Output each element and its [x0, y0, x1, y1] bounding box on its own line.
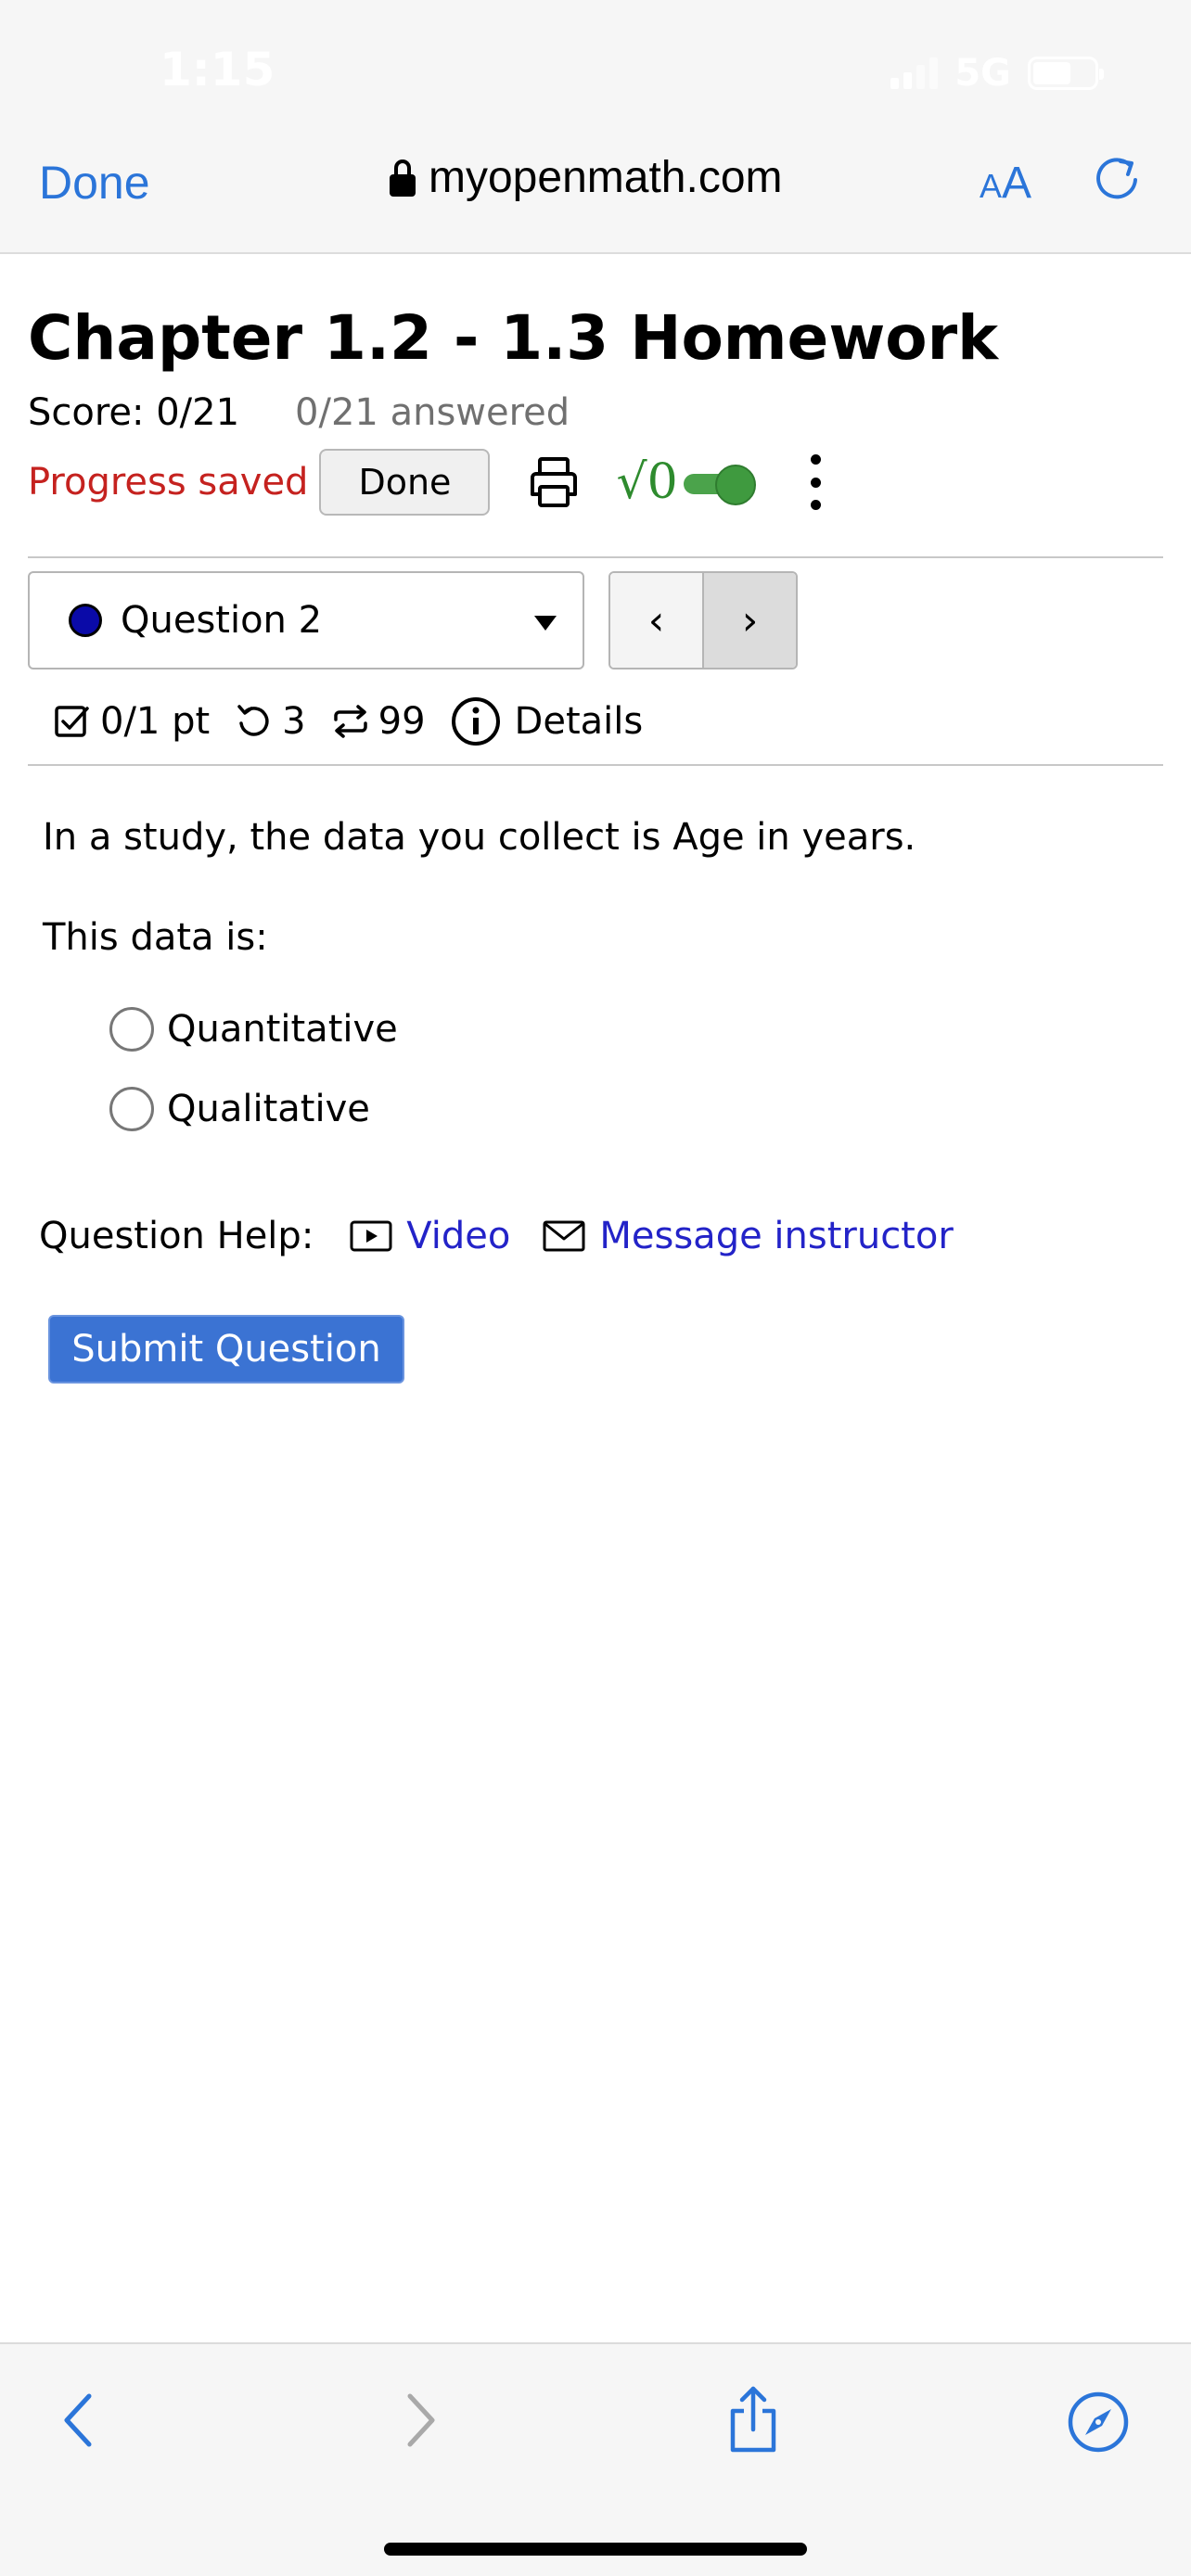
toggle-switch[interactable] — [683, 465, 758, 505]
assessment-toolbar: Progress saved Done √0 — [28, 449, 823, 516]
signal-icon — [890, 57, 939, 89]
question-help: Question Help: Video Message instructor — [39, 1215, 985, 1257]
text-size-big-glyph: A — [1002, 159, 1032, 208]
assessment-done-button[interactable]: Done — [319, 449, 491, 516]
points-value: 0/1 pt — [100, 700, 211, 743]
radio-button[interactable] — [109, 1087, 154, 1131]
forward-icon[interactable] — [397, 2391, 443, 2450]
question-text: In a study, the data you collect is Age … — [43, 816, 916, 859]
next-question-button[interactable]: › — [702, 573, 796, 668]
text-size-button[interactable]: AA — [980, 158, 1031, 209]
divider — [28, 764, 1163, 766]
sqrt-icon: √0 — [616, 454, 678, 510]
divider — [28, 556, 1163, 558]
option-quantitative[interactable]: Quantitative — [109, 1007, 398, 1052]
status-time: 1:15 — [160, 43, 275, 96]
previous-question-button[interactable]: ‹ — [610, 573, 702, 668]
network-type: 5G — [954, 52, 1011, 95]
video-help-link[interactable]: Video — [349, 1215, 510, 1257]
home-indicator — [384, 2543, 807, 2556]
text-size-small-glyph: A — [980, 167, 1003, 205]
mail-icon — [543, 1220, 585, 1252]
caret-down-icon — [534, 616, 557, 631]
question-prompt: This data is: — [43, 916, 268, 959]
question-meta: 0/1 pt 3 99 Details — [52, 695, 643, 747]
score-text: Score: 0/21 — [28, 391, 240, 434]
progress-saved-status: Progress saved — [28, 461, 309, 504]
details-link[interactable]: Details — [515, 700, 644, 743]
share-icon[interactable] — [725, 2385, 781, 2455]
url-text: myopenmath.com — [429, 153, 783, 202]
page-title: Chapter 1.2 - 1.3 Homework — [28, 302, 999, 374]
option-qualitative[interactable]: Qualitative — [109, 1087, 370, 1131]
submit-question-button[interactable]: Submit Question — [48, 1315, 404, 1384]
battery-icon — [1028, 57, 1104, 90]
option-label: Qualitative — [167, 1088, 370, 1130]
retries-value: 3 — [282, 700, 306, 743]
status-indicators: 5G — [890, 52, 1104, 95]
question-nav-buttons: ‹ › — [608, 571, 798, 670]
back-icon[interactable] — [56, 2391, 102, 2450]
question-status-dot — [69, 604, 102, 637]
math-entry-toggle[interactable]: √0 — [616, 454, 757, 510]
checkbox-points-icon — [55, 706, 89, 737]
browser-top-bar: 1:15 5G Done myopenmath.com AA — [0, 0, 1191, 254]
answered-count: 0/21 answered — [295, 391, 570, 434]
retry-icon — [237, 705, 269, 736]
browser-bottom-bar — [0, 2342, 1191, 2576]
question-select[interactable]: Question 2 — [28, 571, 584, 670]
browser-done-button[interactable]: Done — [39, 156, 150, 210]
selected-question-label: Question 2 — [121, 599, 323, 642]
score-row: Score: 0/21 0/21 answered — [28, 391, 570, 434]
video-icon — [350, 1220, 392, 1252]
compass-icon[interactable] — [1067, 2391, 1130, 2454]
message-link-label: Message instructor — [599, 1215, 954, 1257]
help-label: Question Help: — [39, 1215, 314, 1257]
video-link-label: Video — [406, 1215, 511, 1257]
option-label: Quantitative — [167, 1008, 398, 1051]
regenerate-icon — [333, 705, 367, 738]
reload-icon[interactable] — [1091, 152, 1143, 204]
radio-button[interactable] — [109, 1007, 154, 1052]
lock-icon — [390, 159, 416, 197]
printer-icon[interactable] — [525, 453, 583, 511]
regens-value: 99 — [378, 700, 426, 743]
address-bar[interactable]: myopenmath.com — [390, 152, 783, 203]
info-icon[interactable] — [450, 695, 502, 747]
more-options-icon[interactable] — [810, 454, 823, 510]
message-instructor-link[interactable]: Message instructor — [542, 1215, 954, 1257]
